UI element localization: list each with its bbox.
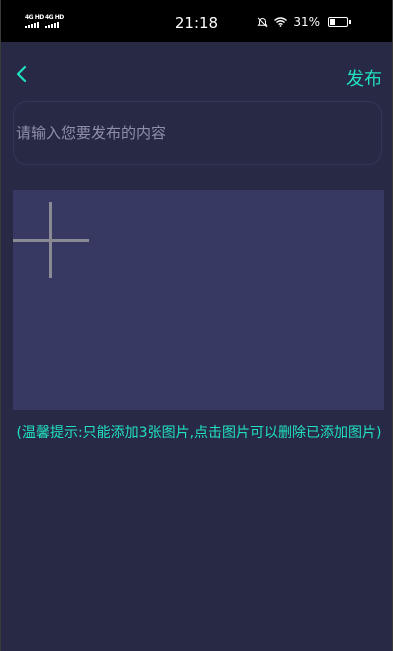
screen: 4G HD 4G HD 21:18 31% 发布 请输入您要发布的内容 (温馨提… (0, 0, 393, 651)
status-bar: 4G HD 4G HD 21:18 31% (1, 0, 392, 42)
battery-icon (328, 17, 351, 27)
back-button[interactable] (13, 64, 33, 86)
content-input[interactable] (14, 102, 381, 164)
upload-tip: (温馨提示:只能添加3张图片,点击图片可以删除已添加图片) (16, 425, 382, 441)
chevron-left-icon (16, 65, 27, 83)
publish-button[interactable]: 发布 (346, 65, 382, 91)
content-box (13, 101, 382, 165)
wifi-icon (274, 17, 288, 27)
image-upload-area (13, 190, 384, 410)
alarm-off-icon (257, 17, 268, 27)
add-image-button[interactable] (13, 202, 89, 278)
battery-percent: 31% (293, 15, 320, 29)
